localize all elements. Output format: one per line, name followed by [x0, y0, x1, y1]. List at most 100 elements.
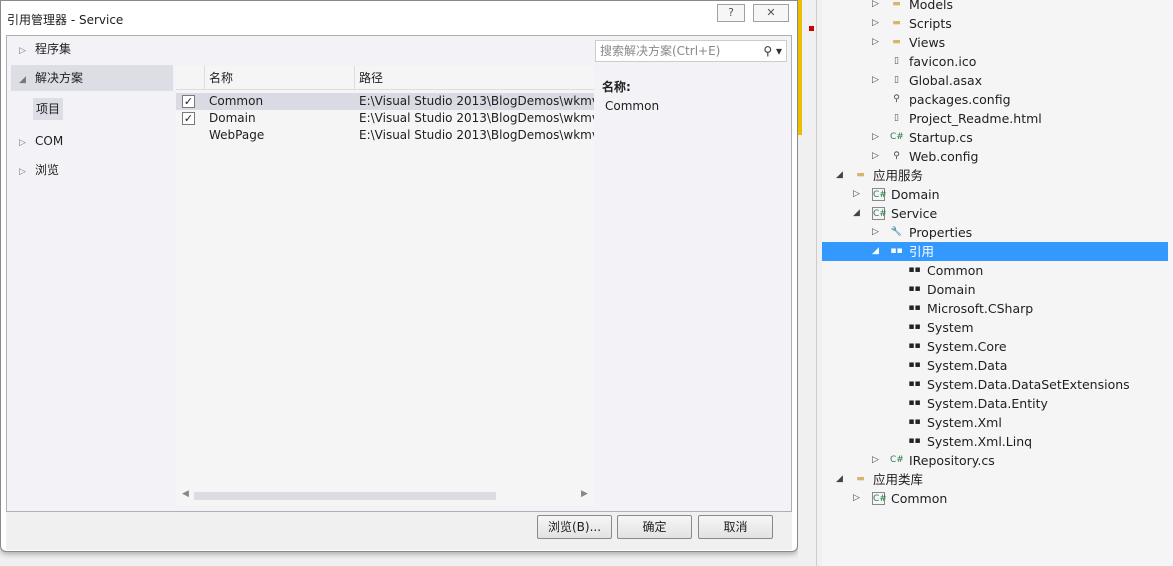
tree-item[interactable]: ▷ ▯ Global.asax — [822, 71, 1168, 90]
reference-icon: ▪▪ — [908, 417, 921, 427]
nav-projects[interactable]: 项目 — [33, 98, 64, 120]
expand-arrow-icon[interactable]: ▷ — [872, 14, 879, 33]
nav-label: COM — [35, 134, 64, 148]
tree-item[interactable]: ▷ ▬ Scripts — [822, 14, 1168, 33]
expand-arrow-icon[interactable]: ▷ — [853, 185, 860, 204]
scroll-left-icon[interactable]: ◀ — [182, 489, 189, 499]
tree-item[interactable]: ▪▪ Common — [822, 261, 1168, 280]
search-icon[interactable]: ⚲ ▾ — [763, 41, 782, 61]
file-icon: ▯ — [894, 56, 899, 66]
tree-item-label: Project_Readme.html — [909, 111, 1042, 126]
nav-solution[interactable]: ◢ 解决方案 — [11, 65, 173, 91]
tree-item[interactable]: ◢ ▪▪ 引用 — [822, 242, 1168, 261]
reference-icon: ▪▪ — [908, 379, 921, 389]
tree-item[interactable]: ▷ 🔧 Properties — [822, 223, 1168, 242]
tree-item-label: System.Core — [927, 339, 1007, 354]
expand-arrow-icon[interactable]: ▷ — [872, 33, 879, 52]
search-input[interactable]: 搜索解决方案(Ctrl+E) ⚲ ▾ — [595, 40, 787, 62]
header-path[interactable]: 路径 — [355, 66, 594, 90]
tree-item-label: Common — [891, 491, 948, 506]
tree-item[interactable]: ▪▪ Domain — [822, 280, 1168, 299]
expand-arrow-icon[interactable]: ▷ — [872, 71, 879, 90]
scroll-right-icon[interactable]: ▶ — [581, 489, 588, 499]
tree-item[interactable]: ◢ ▬ 应用类库 — [822, 470, 1168, 489]
divider — [816, 0, 817, 566]
dialog-title: 引用管理器 - Service — [7, 13, 124, 27]
project-path: E:\Visual Studio 2013\BlogDemos\wkmvc — [359, 94, 594, 108]
expand-arrow-icon[interactable]: ▷ — [872, 451, 879, 470]
search-placeholder: 搜索解决方案(Ctrl+E) — [600, 44, 721, 58]
tree-item[interactable]: ▷ ▬ Views — [822, 33, 1168, 52]
tree-item[interactable]: ▷ C# IRepository.cs — [822, 451, 1168, 470]
tree-item[interactable]: ◢ C# Service — [822, 204, 1168, 223]
file-icon: ▯ — [894, 113, 899, 123]
tree-item[interactable]: ▪▪ System.Core — [822, 337, 1168, 356]
tree-item[interactable]: ⚲ packages.config — [822, 90, 1168, 109]
nav-browse[interactable]: ▷ 浏览 — [11, 157, 173, 183]
tree-item-label: Domain — [891, 187, 940, 202]
expand-arrow-icon[interactable]: ▷ — [872, 128, 879, 147]
button-bar: 浏览(B)... 确定 取消 — [6, 512, 792, 550]
tree-item[interactable]: ▷ C# Domain — [822, 185, 1168, 204]
nav-assemblies[interactable]: ▷ 程序集 — [11, 36, 173, 62]
collapse-arrow-icon[interactable]: ◢ — [836, 166, 843, 185]
tree-item[interactable]: ▷ ⚲ Web.config — [822, 147, 1168, 166]
tree-item[interactable]: ▪▪ Microsoft.CSharp — [822, 299, 1168, 318]
tree-item[interactable]: ▪▪ System.Xml.Linq — [822, 432, 1168, 451]
tree-item[interactable]: ▯ favicon.ico — [822, 52, 1168, 71]
tree-item-label: 引用 — [909, 244, 935, 259]
folder-icon: ▬ — [856, 474, 865, 484]
project-row[interactable]: ✓ Domain E:\Visual Studio 2013\BlogDemos\w… — [176, 110, 594, 127]
solution-explorer-tree: ▷ ▬ Models ▷ ▬ Scripts ▷ ▬ Views ▯ favicon.ico ▷ ▯ Gl… — [822, 0, 1173, 566]
tree-item-label: packages.config — [909, 92, 1011, 107]
ok-button[interactable]: 确定 — [617, 515, 692, 539]
expand-arrow-icon[interactable]: ▷ — [853, 489, 860, 508]
reference-manager-dialog: 引用管理器 - Service ? ✕ ▷ 程序集 ◢ 解决方案 项目 ▷ COM ▷… — [0, 0, 798, 552]
collapse-arrow-icon[interactable]: ◢ — [872, 242, 879, 261]
tree-item-label: Models — [909, 0, 954, 12]
csharp-project-icon: C# — [872, 207, 887, 220]
project-row[interactable]: ✓ Common E:\Visual Studio 2013\BlogDemos\w… — [176, 93, 594, 110]
tree-item[interactable]: ▷ ▬ Models — [822, 0, 1168, 14]
csharp-file-icon: C# — [890, 455, 904, 465]
tree-item-label: Startup.cs — [909, 130, 973, 145]
tree-item-label: Microsoft.CSharp — [927, 301, 1034, 316]
reference-icon: ▪▪ — [908, 322, 921, 332]
close-button[interactable]: ✕ — [753, 4, 789, 22]
project-row[interactable]: WebPage E:\Visual Studio 2013\BlogDemos\w… — [176, 127, 594, 144]
tree-item[interactable]: ▪▪ System — [822, 318, 1168, 337]
scrollbar-thumb[interactable] — [194, 492, 496, 500]
tree-item[interactable]: ▪▪ System.Xml — [822, 413, 1168, 432]
tree-item-label: Views — [909, 35, 946, 50]
horizontal-scrollbar[interactable]: ◀ ▶ — [176, 488, 594, 504]
reference-icon: ▪▪ — [908, 341, 921, 351]
tree-item[interactable]: ▯ Project_Readme.html — [822, 109, 1168, 128]
header-name[interactable]: 名称 — [205, 66, 355, 90]
tree-item[interactable]: ▪▪ System.Data.Entity — [822, 394, 1168, 413]
browse-button[interactable]: 浏览(B)... — [537, 515, 612, 539]
tree-item[interactable]: ▪▪ System.Data — [822, 356, 1168, 375]
tree-item[interactable]: ▷ C# Startup.cs — [822, 128, 1168, 147]
include-checkbox[interactable]: ✓ — [182, 112, 195, 125]
tree-item[interactable]: ▷ C# Common — [822, 489, 1168, 508]
tree-item-label: Service — [891, 206, 938, 221]
collapse-arrow-icon[interactable]: ◢ — [836, 470, 843, 489]
tree-item[interactable]: ▪▪ System.Data.DataSetExtensions — [822, 375, 1168, 394]
expand-icon: ▷ — [19, 46, 26, 56]
expand-arrow-icon[interactable]: ▷ — [872, 0, 879, 14]
error-marker — [809, 26, 814, 31]
help-button[interactable]: ? — [717, 4, 745, 22]
expand-arrow-icon[interactable]: ▷ — [872, 223, 879, 242]
expand-arrow-icon[interactable]: ▷ — [872, 147, 879, 166]
csharp-project-icon: C# — [872, 492, 887, 505]
cancel-button[interactable]: 取消 — [698, 515, 773, 539]
project-name: WebPage — [209, 128, 265, 142]
include-checkbox[interactable]: ✓ — [182, 95, 195, 108]
file-icon: ▯ — [894, 75, 899, 85]
collapse-arrow-icon[interactable]: ◢ — [853, 204, 860, 223]
tree-item[interactable]: ◢ ▬ 应用服务 — [822, 166, 1168, 185]
tree-item-label: Common — [927, 263, 984, 278]
folder-icon: ▬ — [856, 170, 865, 180]
nav-com[interactable]: ▷ COM — [11, 128, 173, 154]
folder-icon: ▬ — [892, 37, 901, 47]
